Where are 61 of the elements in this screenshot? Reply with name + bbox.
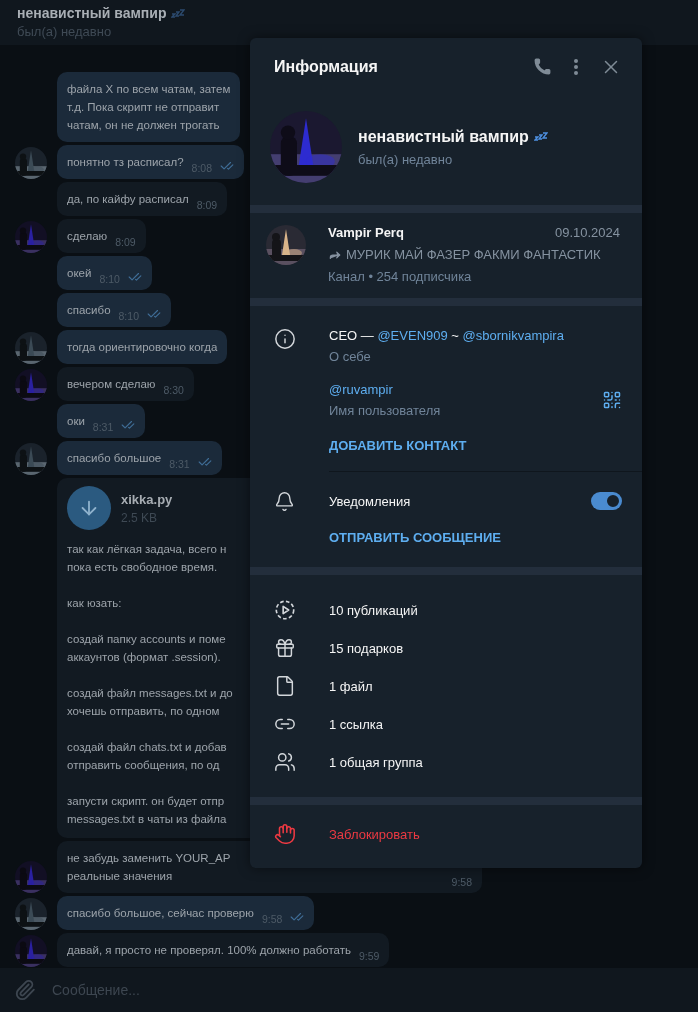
media-item[interactable]: 10 публикаций — [250, 591, 642, 629]
sleep-icon — [533, 132, 548, 141]
message-text: спасибо большое, сейчас проверю — [67, 906, 254, 921]
channel-post: МУРИК МАЙ ФАЗЕР ФАКМИ ФАНТАСТИК — [346, 247, 601, 262]
more-icon — [574, 58, 578, 75]
sleep-icon — [171, 8, 186, 18]
message-time: 8:09 — [196, 199, 218, 211]
message-text: оки — [67, 414, 85, 429]
phone-icon — [533, 57, 552, 76]
message-time: 8:30 — [163, 384, 184, 396]
dialog-title: Информация — [274, 57, 379, 76]
username[interactable]: @ruvampir — [329, 382, 602, 397]
bio-text: CEO — @EVEN909 ~ @sbornikvampira — [329, 328, 565, 343]
qr-code-icon — [602, 390, 622, 410]
message-text: окей — [67, 266, 92, 281]
message-text: тогда ориентировочно когда — [67, 340, 218, 355]
media-item[interactable]: 1 ссылка — [250, 705, 642, 743]
message-text: не забудь заменить YOUR_AP реальные значения — [67, 851, 231, 884]
play-circle-icon — [274, 599, 296, 621]
username-label: Имя пользователя — [329, 403, 442, 418]
hand-icon — [274, 823, 296, 845]
download-button[interactable] — [67, 486, 111, 530]
bio-label: О себе — [329, 349, 372, 364]
channel-date: 09.10.2024 — [554, 225, 620, 240]
message-time: 9:58 — [451, 876, 472, 888]
message-text: спасибо большое — [67, 451, 162, 466]
info-icon — [274, 328, 296, 350]
bell-icon — [274, 490, 295, 512]
more-button[interactable] — [574, 58, 578, 75]
message-text: да, по кайфу расписал — [67, 192, 189, 207]
call-button[interactable] — [533, 57, 552, 76]
add-contact-button[interactable]: ДОБАВИТЬ КОНТАКТ — [329, 438, 467, 453]
message-text: спасибо — [67, 303, 111, 318]
message-time: 8:09 — [115, 236, 136, 248]
gift-icon — [274, 637, 296, 659]
media-item[interactable]: 1 общая группа — [250, 743, 642, 781]
message-text: так как лёгкая задача, всего н пока есть свободное время. как юзать: создай папку accounts и поме аккаунтов (формат .session). создай файл messages.txt и до хочешь отправить, по одном создай файл chats.txt и добав отправить сообщения, по од запусти скрипт. он будет отпр messages.txt в чаты из файла — [67, 542, 233, 827]
profile-status: был(а) недавно — [358, 151, 454, 167]
bio-link[interactable]: @EVEN909 — [377, 328, 448, 343]
notifications-toggle[interactable] — [591, 492, 622, 510]
message-text: давай, я просто не проверял. 100% должно работать — [67, 943, 351, 958]
media-item[interactable]: 15 подарков — [250, 629, 642, 667]
channel-card[interactable]: Vampir Perq 09.10.2024 МУРИК МАЙ ФАЗЕР ФАКМИ ФАНТАСТИК Канал • 254 подписчика — [250, 213, 642, 298]
notifications-label: Уведомления — [329, 493, 412, 509]
chat-title: ненавистный вампир — [17, 5, 167, 21]
bio-link[interactable]: @sbornikvampira — [462, 328, 564, 343]
send-message-button[interactable]: ОТПРАВИТЬ СООБЩЕНИЕ — [329, 530, 501, 545]
file-name: xikka.py — [121, 491, 173, 507]
users-icon — [274, 751, 296, 773]
profile-name: ненавистный вампир — [358, 127, 529, 146]
qr-code-button[interactable] — [602, 390, 622, 410]
message-text: понятно тз расписал? — [67, 155, 184, 170]
channel-name: Vampir Perq — [328, 225, 404, 240]
block-button[interactable]: Заблокировать — [250, 805, 642, 863]
channel-meta: Канал • 254 подписчика — [328, 269, 473, 284]
media-item[interactable]: 1 файл — [250, 667, 642, 705]
message-text: вечером сделаю — [67, 377, 156, 392]
message-text: файла X по всем чатам, затем т.д. Пока скрипт не отправит чатам, он не должен трогать — [67, 82, 231, 133]
file-icon — [274, 675, 296, 697]
message-text: сделаю — [67, 229, 108, 244]
message-time: 9:59 — [359, 950, 380, 962]
